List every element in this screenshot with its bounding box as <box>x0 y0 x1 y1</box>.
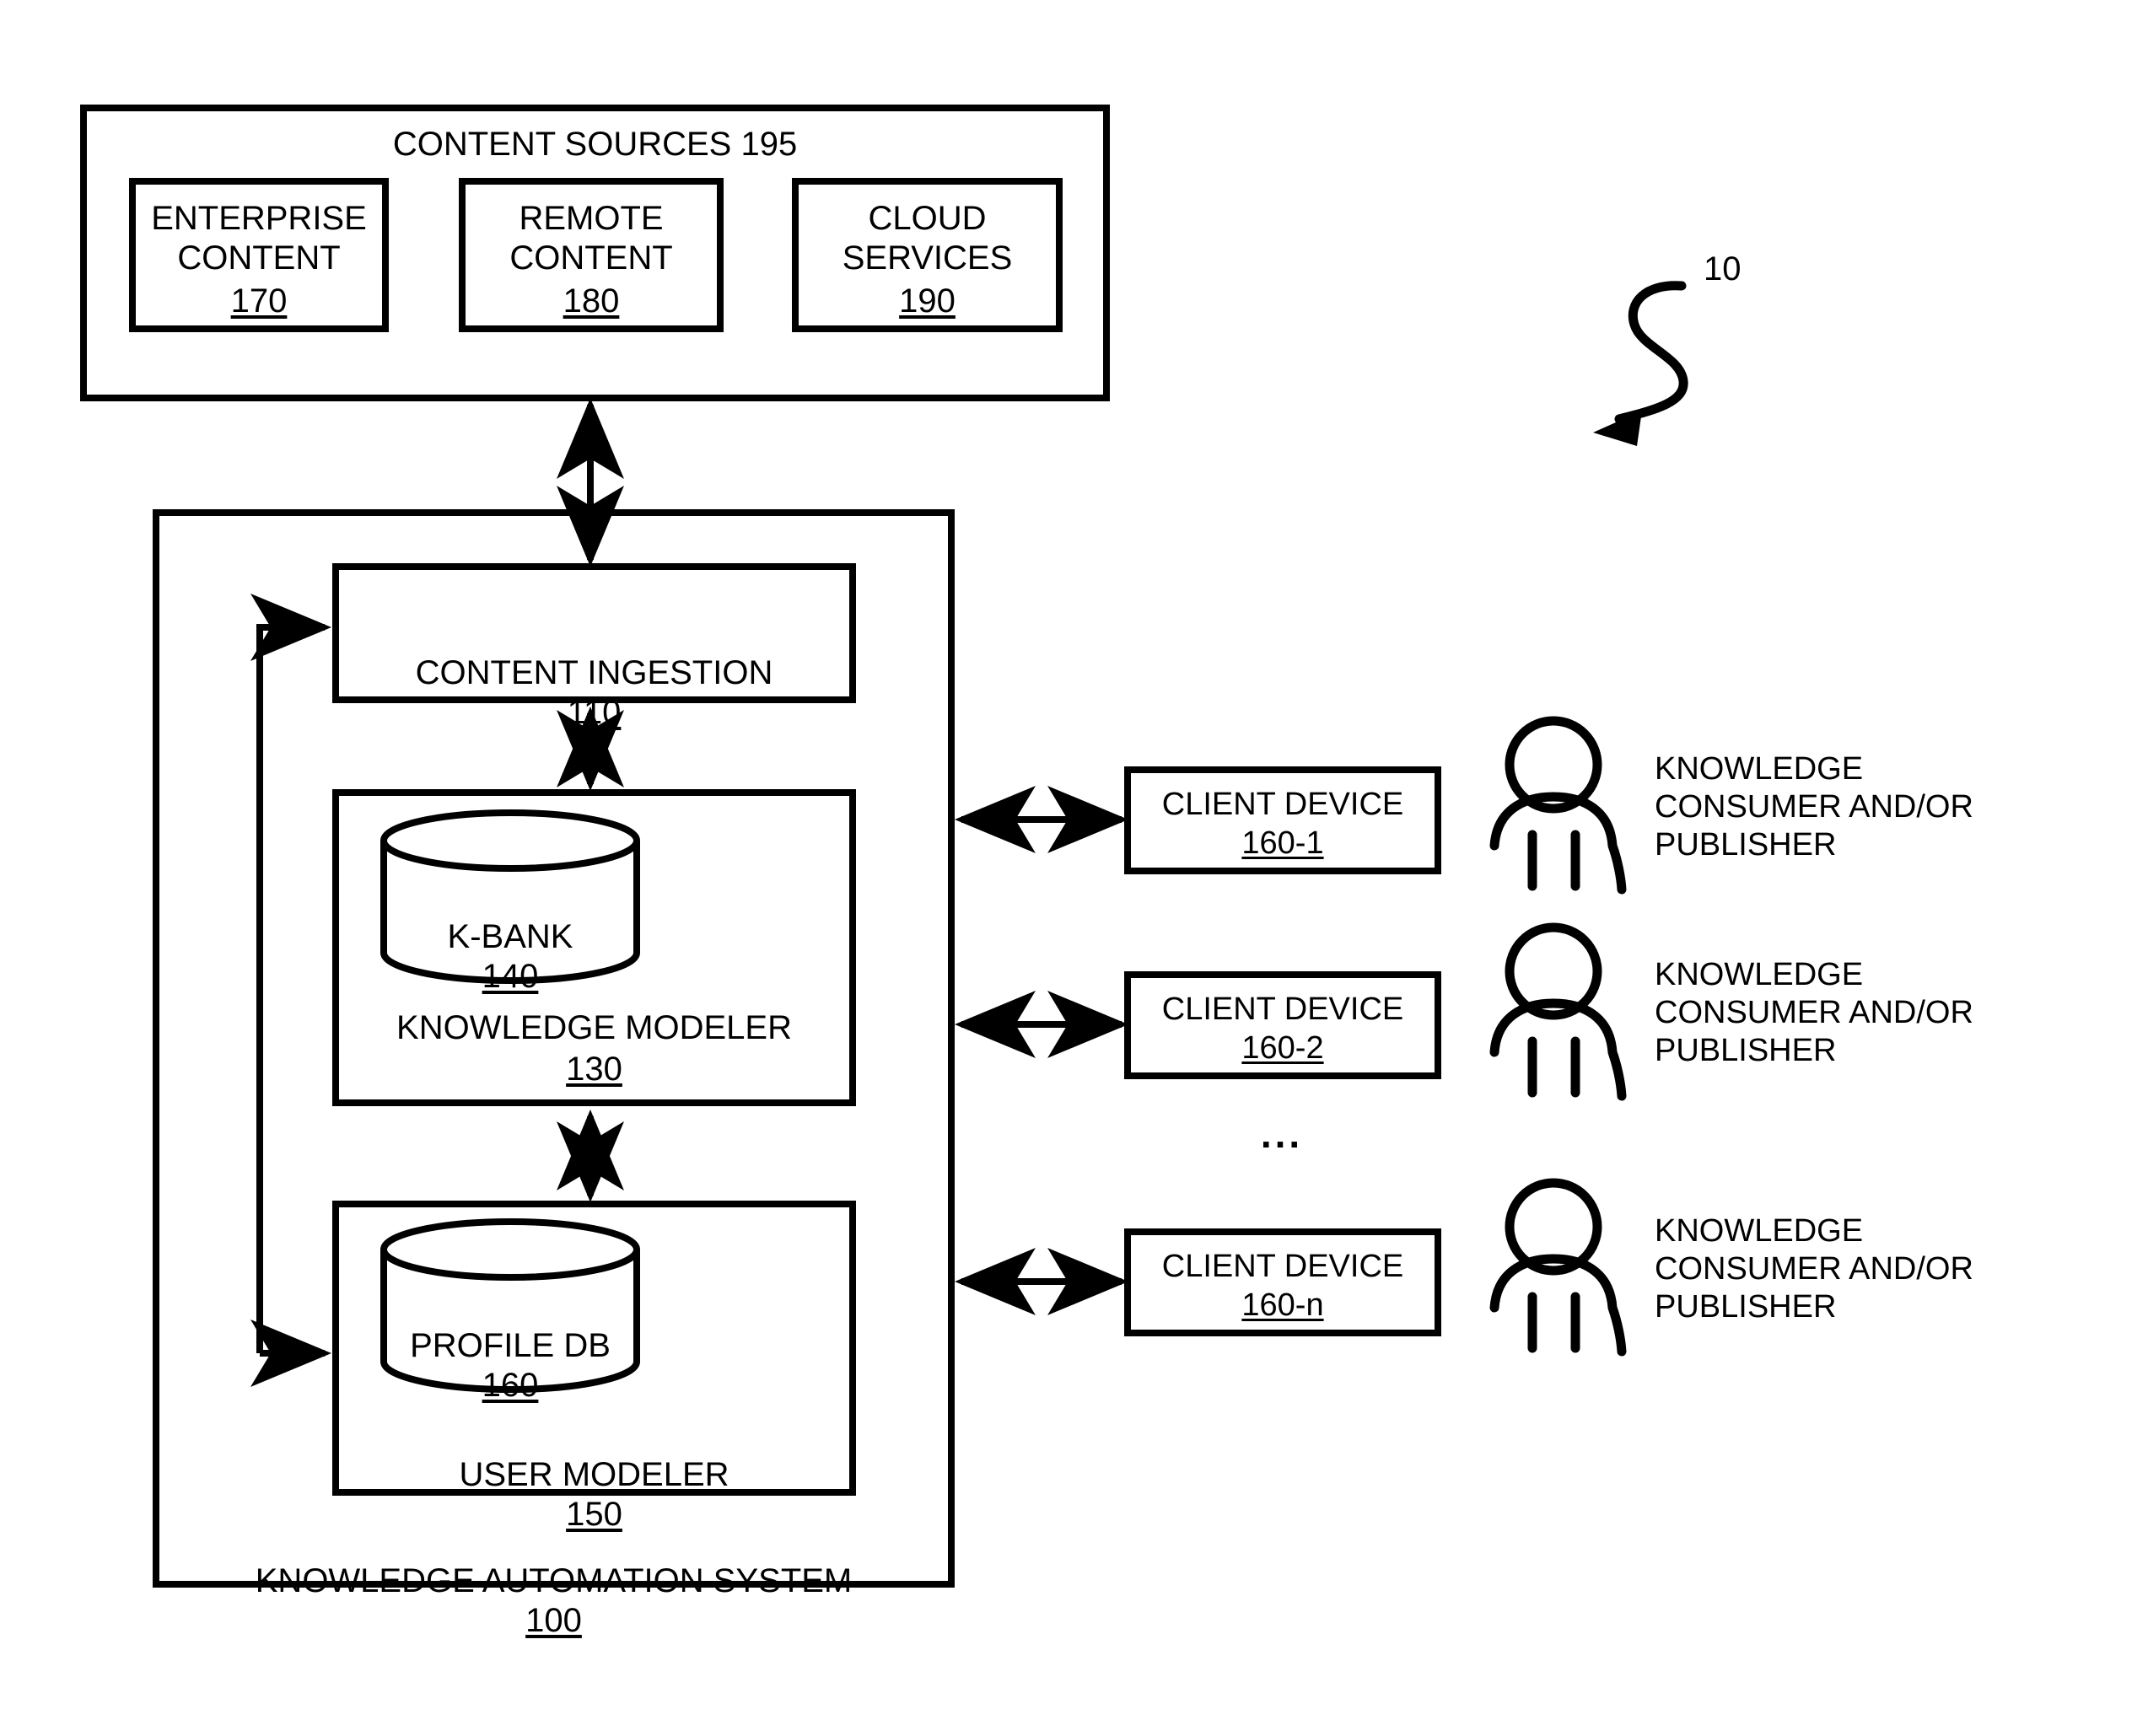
remote-content-box <box>459 178 724 332</box>
diagram-vector-layer <box>80 105 1688 1588</box>
knowledge-modeler-box <box>332 789 856 1106</box>
profile-db-cylinder <box>380 1218 640 1393</box>
person-icon-1 <box>1489 716 1627 895</box>
content-ingestion-box <box>332 563 856 703</box>
figure-canvas: CONTENT SOURCES 195 ENTERPRISE CONTENT 1… <box>0 0 2148 1736</box>
client-device-box-2 <box>1124 971 1441 1079</box>
person-icon-3 <box>1489 1178 1627 1357</box>
person-icon-2 <box>1489 922 1627 1101</box>
client-device-box-3 <box>1124 1228 1441 1336</box>
k-bank-cylinder <box>380 809 640 984</box>
user-modeler-box <box>332 1201 856 1496</box>
knowledge-automation-system-box <box>153 509 955 1588</box>
content-sources-box <box>80 105 1110 401</box>
feedback-rail-to-ingestion <box>250 594 331 1353</box>
client-device-box-1 <box>1124 766 1441 874</box>
enterprise-content-box <box>129 178 389 332</box>
figure-reference-arrow <box>1614 281 1688 424</box>
cloud-services-box <box>792 178 1063 332</box>
